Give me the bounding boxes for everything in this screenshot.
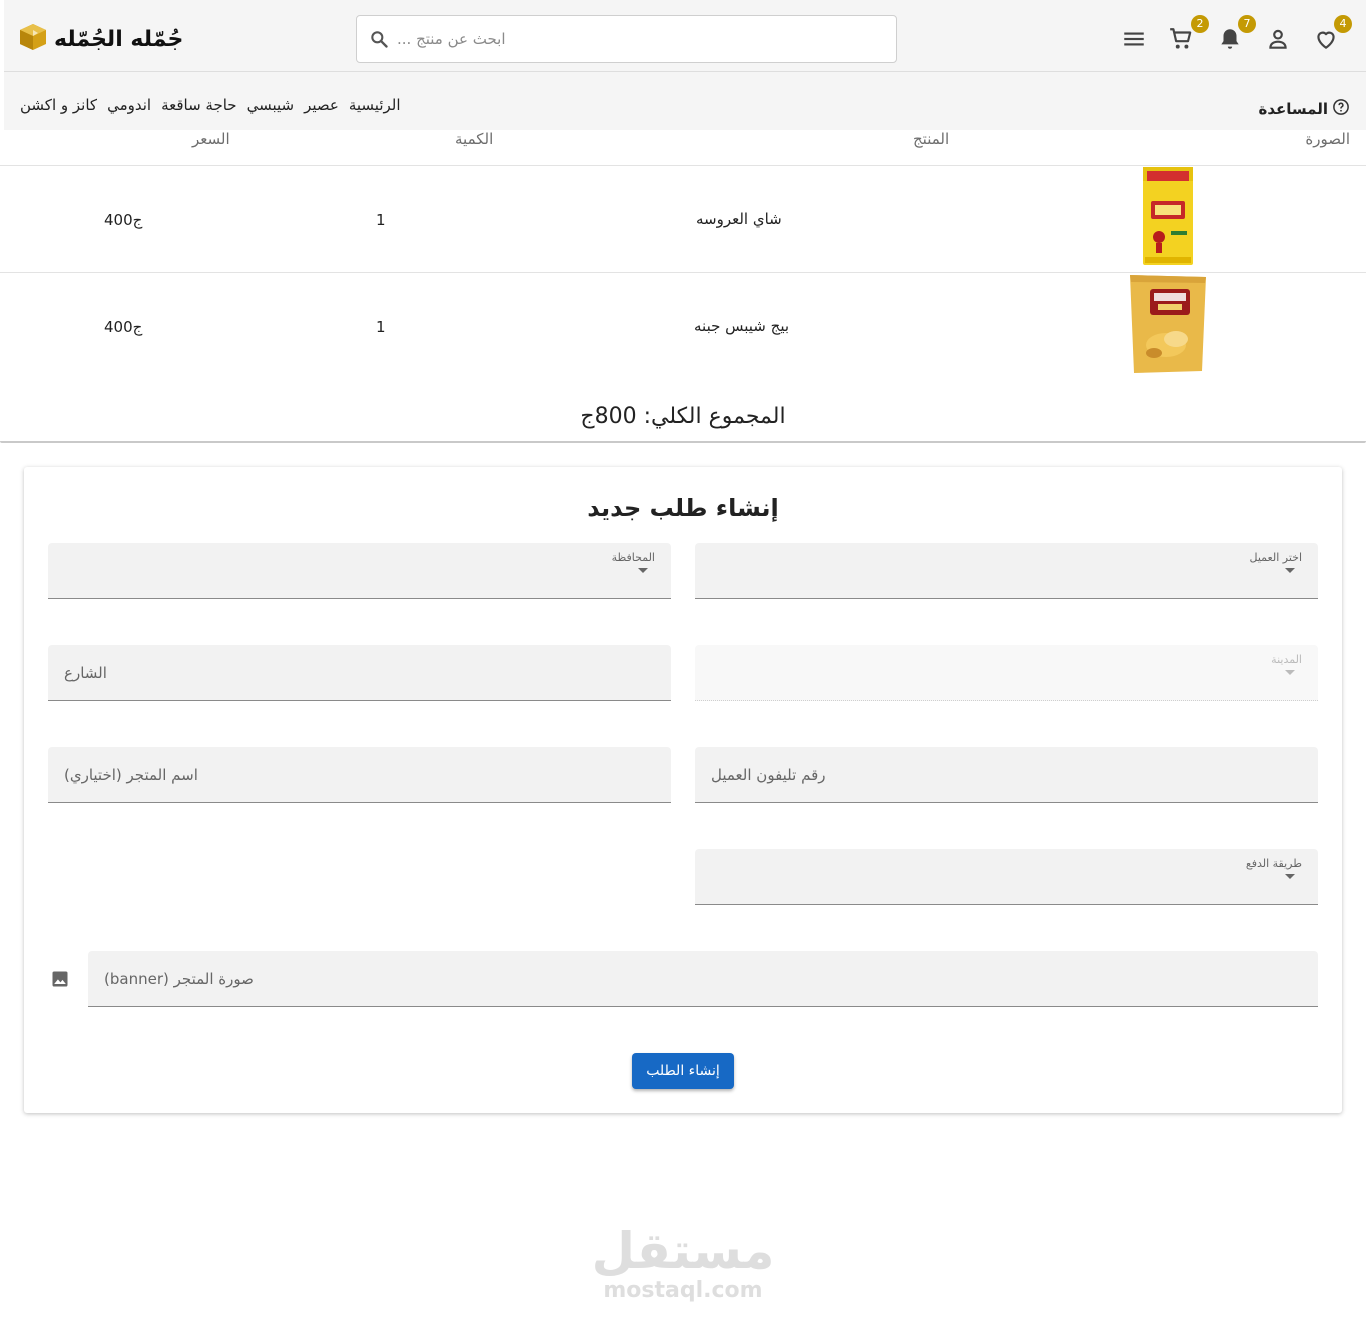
cart-item-name: شاي العروسه: [696, 210, 782, 228]
store-banner-placeholder: صورة المتجر (banner): [104, 970, 254, 988]
create-order-button[interactable]: إنشاء الطلب: [632, 1053, 734, 1089]
client-phone-field[interactable]: رقم تليفون العميل: [695, 747, 1318, 803]
favorites-badge: 4: [1334, 15, 1352, 33]
watermark-logo: مستقل: [591, 1222, 775, 1280]
cart-bottom-border: [0, 441, 1366, 443]
box-icon: [18, 22, 48, 56]
account-icon[interactable]: [1265, 26, 1291, 52]
image-icon[interactable]: [50, 969, 70, 989]
help-label: المساعدة: [1258, 100, 1329, 118]
payment-method-select[interactable]: طريقة الدفع: [695, 849, 1318, 905]
client-phone-placeholder: رقم تليفون العميل: [711, 766, 826, 784]
product-image-tea: [1141, 167, 1195, 265]
help-link[interactable]: المساعدة: [1259, 98, 1351, 120]
nav-link-cold-drinks[interactable]: حاجة ساقعة: [161, 96, 237, 114]
cart-badge: 2: [1191, 15, 1209, 33]
cart-item-quantity: 1: [376, 211, 386, 229]
city-select[interactable]: المدينة: [695, 645, 1318, 701]
cart-item-price: 400ج: [104, 318, 143, 336]
header-divider: [4, 71, 1366, 72]
form-title: إنشاء طلب جديد: [587, 494, 779, 522]
payment-method-label: طريقة الدفع: [1245, 857, 1302, 870]
cart-total: المجموع الكلي: 800ج: [580, 404, 786, 429]
cart-item-name: بيج شيبس جبنه: [694, 317, 790, 335]
watermark-domain: mostaql.com: [603, 1278, 763, 1303]
table-header-divider: [0, 165, 1366, 166]
nav-link-cans-action[interactable]: كانز و اكشن: [20, 96, 97, 114]
column-header-product: المنتج: [913, 130, 950, 148]
nav-link-chips[interactable]: شيبسي: [247, 96, 295, 114]
column-header-quantity: الكمية: [455, 130, 494, 148]
help-circle-icon: [1332, 98, 1350, 120]
notifications-badge: 7: [1238, 15, 1256, 33]
store-name-placeholder: اسم المتجر (اختياري): [64, 766, 198, 784]
search-input[interactable]: [395, 24, 885, 54]
nav-link-home[interactable]: الرئيسية: [349, 96, 401, 114]
brand-logo[interactable]: جُمّله الجُمّله: [18, 22, 183, 56]
search-box[interactable]: [356, 15, 897, 63]
governorate-select-label: المحافظة: [611, 551, 655, 564]
store-name-field[interactable]: اسم المتجر (اختياري): [48, 747, 671, 803]
dropdown-arrow-icon: [1285, 874, 1295, 879]
cart-item-price: 400ج: [104, 211, 143, 229]
street-field[interactable]: الشارع: [48, 645, 671, 701]
column-header-image: الصورة: [1305, 130, 1350, 148]
search-icon: [369, 29, 389, 53]
notifications-icon[interactable]: [1217, 26, 1243, 52]
favorites-icon[interactable]: [1313, 26, 1339, 52]
cart-icon[interactable]: [1168, 26, 1194, 52]
column-header-price: السعر: [192, 130, 230, 148]
nav-link-juice[interactable]: عصير: [304, 96, 339, 114]
cart-item-quantity: 1: [376, 318, 386, 336]
dropdown-arrow-icon: [1285, 670, 1295, 675]
client-select[interactable]: اختر العميل: [695, 543, 1318, 599]
product-image-chips: [1126, 273, 1210, 375]
brand-name: جُمّله الجُمّله: [54, 26, 184, 52]
street-placeholder: الشارع: [64, 664, 107, 682]
governorate-select[interactable]: المحافظة: [48, 543, 671, 599]
menu-icon[interactable]: [1121, 26, 1147, 52]
category-nav: كانز و اكشن اندومي حاجة ساقعة شيبسي عصير…: [20, 96, 401, 114]
store-banner-field[interactable]: صورة المتجر (banner): [88, 951, 1318, 1007]
dropdown-arrow-icon: [638, 568, 648, 573]
nav-link-indomie[interactable]: اندومي: [107, 96, 151, 114]
dropdown-arrow-icon: [1285, 568, 1295, 573]
client-select-label: اختر العميل: [1249, 551, 1302, 564]
city-select-label: المدينة: [1271, 653, 1302, 666]
